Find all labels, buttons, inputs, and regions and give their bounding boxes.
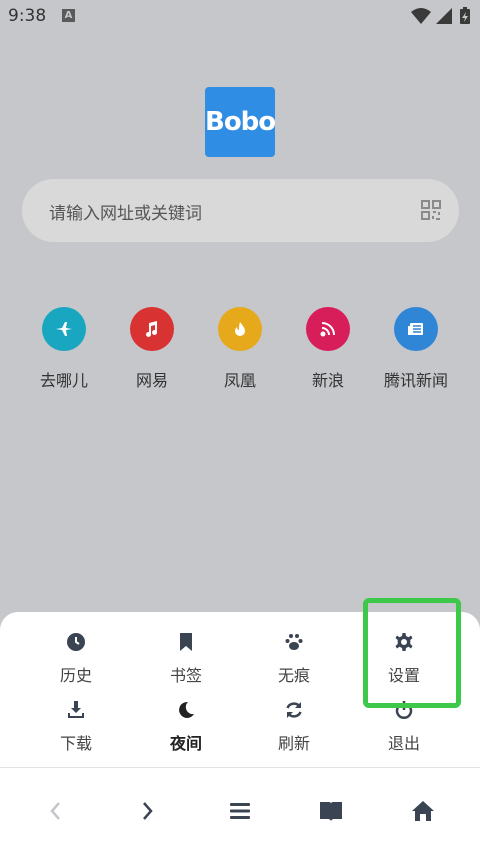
app-logo: Bobo [205,87,276,157]
night-mode-label: 夜间 [169,734,202,753]
menu-icon[interactable] [228,799,252,823]
download-icon [66,700,86,720]
shortcut-label: 腾讯新闻 [383,371,448,390]
history-button[interactable]: 历史 [21,632,131,690]
incognito-label: 无痕 [277,666,310,685]
music-note-icon [130,307,174,351]
clock-icon [66,632,86,652]
home-icon[interactable] [411,799,435,823]
logo-text: Bobo [205,107,276,137]
shortcut-netease[interactable]: 网易 [108,307,196,397]
forward-icon[interactable] [135,799,159,823]
bottom-nav-bar [0,768,480,853]
notification-icon: A [62,9,75,22]
shortcut-label: 去哪儿 [39,371,88,390]
battery-icon [460,7,470,24]
night-mode-button[interactable]: 夜间 [131,700,241,758]
exit-label: 退出 [387,734,420,753]
status-bar: 9:38 A [0,0,480,32]
refresh-icon [284,700,304,720]
book-icon[interactable] [319,799,343,823]
downloads-label: 下载 [59,734,92,753]
fire-icon [218,307,262,351]
exit-button[interactable]: 退出 [349,700,459,758]
bookmark-icon [176,632,196,652]
incognito-button[interactable]: 无痕 [239,632,349,690]
settings-highlight-box [363,598,461,708]
search-input[interactable]: 请输入网址或关键词 [22,179,459,242]
shortcut-label: 网易 [135,371,168,390]
shortcut-qunar[interactable]: 去哪儿 [20,307,108,397]
status-time: 9:38 [8,6,47,26]
qr-scan-icon[interactable] [421,200,441,220]
bookmarks-button[interactable]: 书签 [131,632,241,690]
shortcut-tencent-news[interactable]: 腾讯新闻 [372,307,460,397]
rss-icon [306,307,350,351]
signal-icon [436,8,452,24]
quick-links: 去哪儿 网易 凤凰 新浪 腾讯新闻 [20,307,460,397]
airplane-icon [42,307,86,351]
refresh-label: 刷新 [277,734,310,753]
shortcut-sina[interactable]: 新浪 [284,307,372,397]
refresh-button[interactable]: 刷新 [239,700,349,758]
shortcut-ifeng[interactable]: 凤凰 [196,307,284,397]
paw-icon [284,632,304,652]
shortcut-label: 凤凰 [223,371,256,390]
newspaper-icon [394,307,438,351]
downloads-button[interactable]: 下载 [21,700,131,758]
back-icon[interactable] [44,799,68,823]
moon-icon [176,700,196,720]
status-icons [410,6,472,26]
shortcut-label: 新浪 [311,371,344,390]
wifi-icon [411,8,431,24]
search-placeholder: 请输入网址或关键词 [49,204,202,224]
history-label: 历史 [59,666,92,685]
bookmarks-label: 书签 [169,666,202,685]
